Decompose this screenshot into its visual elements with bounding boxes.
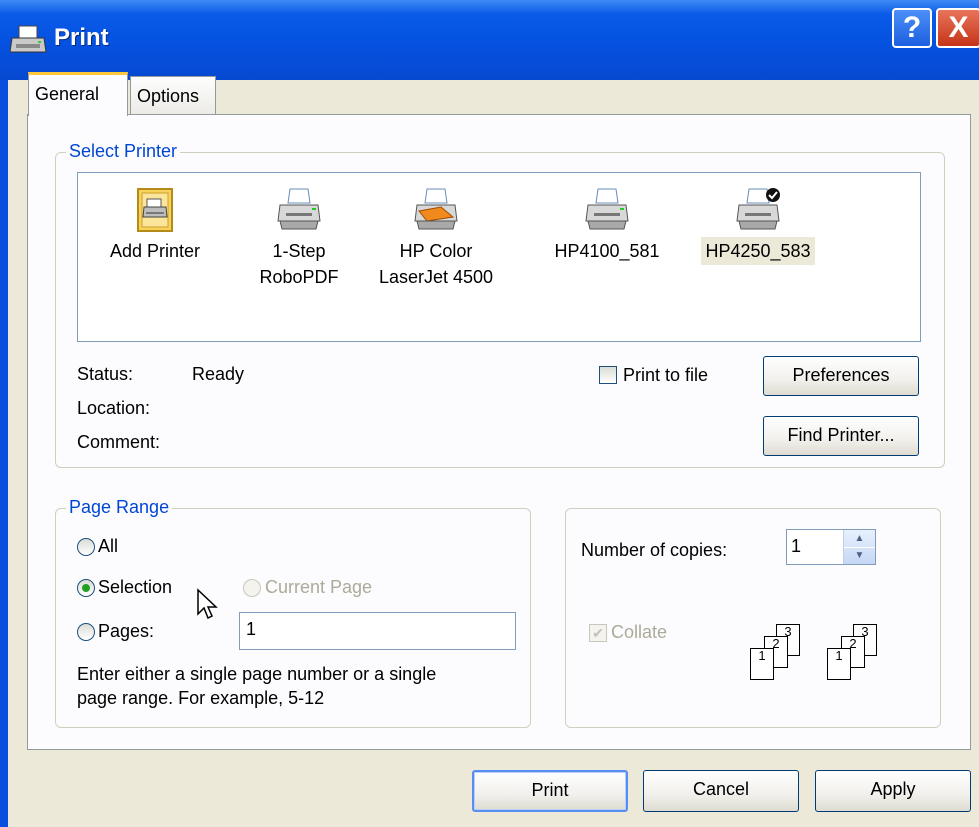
all-radio[interactable] [77,538,95,556]
spin-up-icon[interactable]: ▲ [844,530,875,548]
page-range-help-text: Enter either a single page number or a s… [77,664,437,708]
printer-label: HP4250_583 [701,237,815,265]
pages-label[interactable]: Pages: [98,621,154,642]
all-label[interactable]: All [98,536,118,557]
page-range-legend: Page Range [66,497,173,518]
print-to-file-label[interactable]: Print to file [623,365,708,386]
current-page-radio[interactable] [243,579,261,597]
collate-illustration-set-2: 3 2 1 [825,624,893,680]
printer-item-hp4100[interactable]: HP4100_581 [532,187,682,265]
printer-label: 1-Step RoboPDF [259,241,339,287]
spin-down-icon[interactable]: ▼ [844,547,875,564]
default-printer-icon [736,188,780,230]
pages-input[interactable]: 1 [239,612,516,650]
printer-label: HP4100_581 [554,241,660,261]
current-page-label[interactable]: Current Page [265,577,372,598]
selection-radio[interactable] [77,579,95,597]
collate-label[interactable]: Collate [611,622,667,643]
status-value: Ready [192,364,245,384]
apply-button[interactable]: Apply [815,770,971,812]
printer-item-robopdf[interactable]: 1-Step RoboPDF [224,187,374,291]
printer-item-add-printer[interactable]: Add Printer [80,187,230,265]
printer-icon [277,188,321,230]
print-button[interactable]: Print [472,770,628,812]
find-printer-button[interactable]: Find Printer... [763,416,919,456]
color-printer-icon [414,188,458,230]
collate-illustration-set-1: 3 2 1 [748,624,816,680]
printer-item-hp4250[interactable]: HP4250_583 [683,187,833,265]
mouse-cursor-icon [197,588,218,620]
printer-label: HP Color LaserJet 4500 [378,241,494,287]
status-label: Status: [77,364,134,384]
selection-label[interactable]: Selection [98,577,172,598]
preferences-button[interactable]: Preferences [763,356,919,396]
printer-icon [585,188,629,230]
location-label: Location: [77,398,151,418]
printer-label: Add Printer [109,241,201,261]
copies-spinner[interactable]: ▲ ▼ [843,530,875,564]
cancel-button[interactable]: Cancel [643,770,799,812]
collate-checkbox[interactable]: ✔ [589,624,607,642]
print-to-file-checkbox[interactable] [599,366,617,384]
comment-label: Comment: [77,432,161,452]
add-printer-icon [137,188,173,232]
printer-item-hp-color-laserjet[interactable]: HP Color LaserJet 4500 [361,187,511,291]
collate-page: 1 [827,648,851,680]
collate-page: 1 [750,648,774,680]
printer-list[interactable]: Add Printer 1-Step RoboPDF HP Color LaserJ… [77,172,921,342]
select-printer-legend: Select Printer [66,141,181,162]
number-of-copies-label: Number of copies: [581,540,728,560]
pages-radio[interactable] [77,623,95,641]
